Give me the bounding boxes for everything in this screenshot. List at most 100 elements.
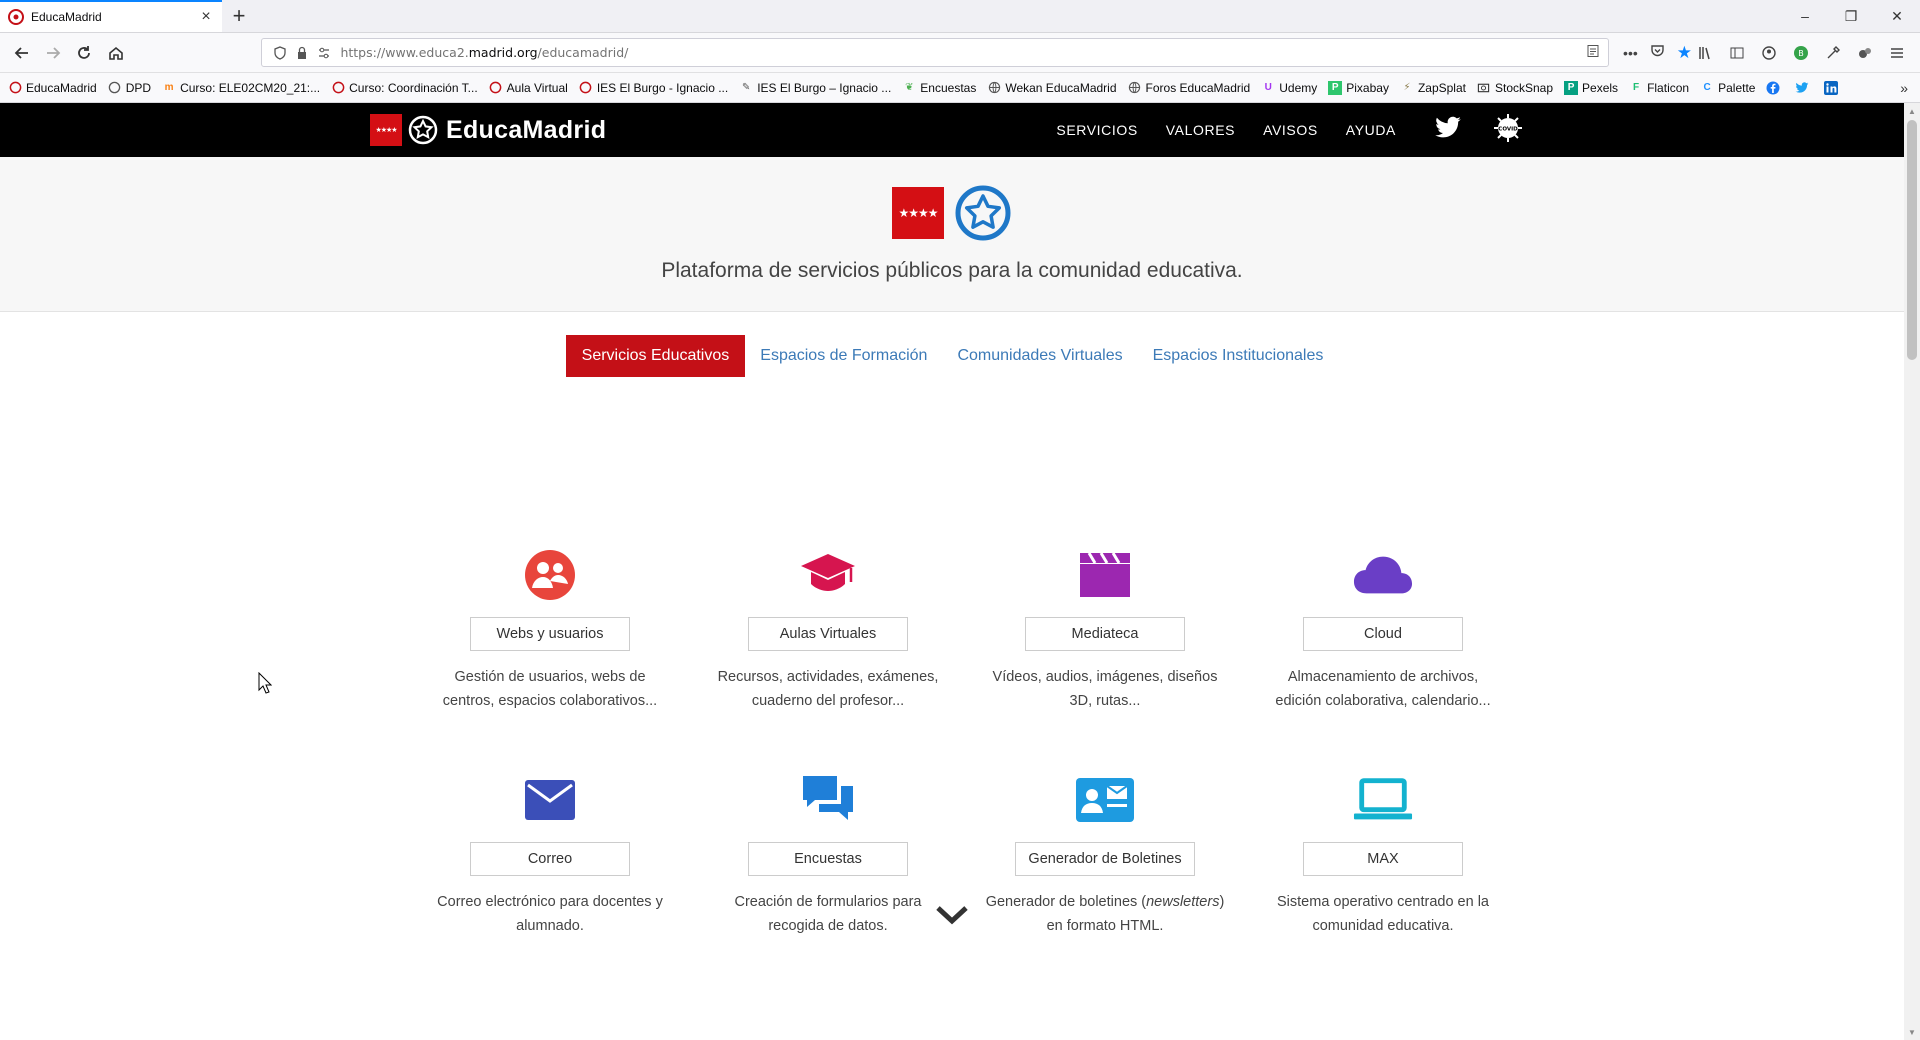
permissions-icon[interactable] [314, 46, 334, 60]
globe-bookmark-icon [1128, 81, 1142, 95]
comunidad-madrid-flag-icon: ★★★★ [370, 114, 402, 146]
bookmark-item[interactable]: P Pixabay [1328, 80, 1389, 95]
bookmark-item[interactable]: ❦ Encuestas [902, 81, 976, 95]
library-icon[interactable] [1692, 40, 1718, 66]
bookmark-item[interactable]: StockSnap [1477, 81, 1553, 95]
twitter-icon[interactable] [1434, 116, 1462, 145]
bookmark-item[interactable]: Wekan EducaMadrid [987, 81, 1117, 95]
zapsplat-bookmark-icon: ⚡ [1403, 82, 1411, 93]
nav-ayuda[interactable]: AYUDA [1346, 122, 1396, 138]
tab-espacios-institucionales[interactable]: Espacios Institucionales [1138, 335, 1339, 377]
extension-puzzle-icon[interactable] [1852, 40, 1878, 66]
url-text[interactable]: https://www.educa2.madrid.org/educamadri… [340, 45, 1586, 60]
page-viewport: ★★★★ EducaMadrid SERVICIOS VALORES AVISO… [0, 103, 1904, 1040]
cloud-button[interactable]: Cloud [1303, 617, 1463, 651]
hamburger-menu-icon[interactable] [1884, 40, 1910, 66]
lock-icon[interactable] [292, 46, 312, 60]
bookmark-item[interactable]: Curso: Coordinación T... [331, 81, 478, 95]
minimize-button[interactable]: – [1782, 0, 1828, 32]
close-window-button[interactable]: ✕ [1874, 0, 1920, 32]
clapperboard-icon[interactable] [1075, 545, 1135, 605]
reload-button[interactable] [69, 39, 100, 67]
bookmark-label: IES El Burgo - Ignacio ... [596, 80, 729, 95]
tab-title: EducaMadrid [31, 10, 102, 24]
bookmark-item[interactable]: DPD [108, 81, 151, 95]
graduation-cap-icon[interactable] [798, 545, 858, 605]
bookmark-item[interactable]: Aula Virtual [489, 81, 568, 95]
desc-line: Recursos, actividades, exámenes, [717, 669, 939, 685]
linkedin-bookmark[interactable] [1824, 80, 1842, 95]
close-tab-icon[interactable]: × [198, 9, 214, 25]
shield-icon[interactable] [270, 45, 290, 60]
tab-espacios-de-formacion[interactable]: Espacios de Formación [745, 335, 942, 377]
desc-line: recogida de datos. [768, 918, 888, 934]
facebook-bookmark[interactable] [1766, 81, 1784, 95]
bookmark-item[interactable]: C Palette [1700, 81, 1755, 95]
webs-y-usuarios-button[interactable]: Webs y usuarios [470, 617, 630, 651]
tab-servicios-educativos[interactable]: Servicios Educativos [565, 335, 746, 377]
browser-tab-strip: EducaMadrid × + – ❐ ✕ [0, 0, 1920, 33]
bookmark-item[interactable]: ⚡ ZapSplat [1400, 81, 1466, 95]
address-bar[interactable]: https://www.educa2.madrid.org/educamadri… [261, 38, 1610, 67]
covid-virus-icon[interactable]: COVID [1492, 112, 1524, 149]
sidebar-icon[interactable] [1724, 40, 1750, 66]
reload-icon [78, 45, 91, 59]
envelope-icon[interactable] [520, 770, 580, 830]
service-description: Sistema operativo centrado en la comunida… [1253, 890, 1513, 938]
max-button[interactable]: MAX [1303, 842, 1463, 876]
desc-line: Correo electrónico para docentes y [437, 894, 663, 910]
id-card-icon[interactable] [1075, 770, 1135, 830]
bookmark-item[interactable]: F Flaticon [1629, 81, 1689, 95]
bookmark-item[interactable]: IES El Burgo - Ignacio ... [579, 81, 728, 95]
nav-avisos[interactable]: AVISOS [1263, 122, 1318, 138]
users-icon[interactable] [520, 545, 580, 605]
page-scrollbar[interactable]: ▲ ▼ [1904, 103, 1920, 1040]
page-actions-icon[interactable]: ••• [1623, 45, 1638, 61]
scrollbar-thumb[interactable] [1907, 120, 1917, 360]
laptop-icon[interactable] [1353, 770, 1413, 830]
bookmark-item[interactable]: ✎ IES El Burgo – Ignacio ... [739, 81, 891, 95]
scroll-down-arrow-icon[interactable]: ▼ [1904, 1024, 1920, 1040]
bookmark-item[interactable]: P Pexels [1564, 80, 1618, 95]
account-icon[interactable] [1756, 40, 1782, 66]
pocket-icon[interactable] [1650, 43, 1665, 63]
aulas-virtuales-button[interactable]: Aulas Virtuales [748, 617, 908, 651]
forward-button[interactable] [37, 39, 68, 67]
scroll-up-arrow-icon[interactable]: ▲ [1904, 103, 1920, 119]
reader-view-icon[interactable] [1586, 44, 1600, 61]
desc-line: en formato HTML. [1046, 918, 1164, 934]
bookmark-item[interactable]: EducaMadrid [8, 81, 97, 95]
site-header: ★★★★ EducaMadrid SERVICIOS VALORES AVISO… [0, 103, 1904, 157]
extension-green-icon[interactable]: B [1788, 40, 1814, 66]
bookmark-star-icon[interactable]: ★ [1677, 43, 1692, 63]
flaticon-bookmark-icon: F [1633, 82, 1640, 93]
eyedropper-icon[interactable] [1820, 40, 1846, 66]
bookmarks-overflow-icon[interactable]: » [1900, 80, 1912, 96]
back-button[interactable] [6, 39, 37, 67]
site-logo[interactable]: ★★★★ EducaMadrid [370, 114, 606, 146]
nav-servicios[interactable]: SERVICIOS [1056, 122, 1137, 138]
correo-button[interactable]: Correo [470, 842, 630, 876]
chat-bubbles-icon[interactable] [798, 770, 858, 830]
bookmark-item[interactable]: Foros EducaMadrid [1128, 81, 1250, 95]
bookmark-label: StockSnap [1494, 80, 1554, 95]
twitter-bookmark[interactable] [1795, 81, 1813, 95]
generador-de-boletines-button[interactable]: Generador de Boletines [1015, 842, 1195, 876]
home-button[interactable] [100, 39, 131, 67]
udemy-bookmark-icon: U [1264, 82, 1272, 93]
bookmark-label: IES El Burgo – Ignacio ... [757, 80, 892, 95]
browser-tab-active[interactable]: EducaMadrid × [0, 0, 222, 32]
restore-button[interactable]: ❐ [1828, 0, 1874, 32]
cloud-icon[interactable] [1353, 545, 1413, 605]
encuestas-button[interactable]: Encuestas [748, 842, 908, 876]
camera-bookmark-icon [1477, 81, 1491, 95]
scroll-down-chevron-icon[interactable] [935, 903, 969, 927]
service-card-max: MAX Sistema operativo centrado en la comu… [1253, 770, 1513, 938]
bookmark-item[interactable]: U Udemy [1261, 81, 1318, 95]
tab-comunidades-virtuales[interactable]: Comunidades Virtuales [942, 335, 1137, 377]
service-description: Correo electrónico para docentes y alumna… [420, 890, 680, 938]
nav-valores[interactable]: VALORES [1166, 122, 1235, 138]
bookmark-item[interactable]: m Curso: ELE02CM20_21:... [162, 81, 321, 95]
new-tab-button[interactable]: + [222, 0, 256, 32]
mediateca-button[interactable]: Mediateca [1025, 617, 1185, 651]
